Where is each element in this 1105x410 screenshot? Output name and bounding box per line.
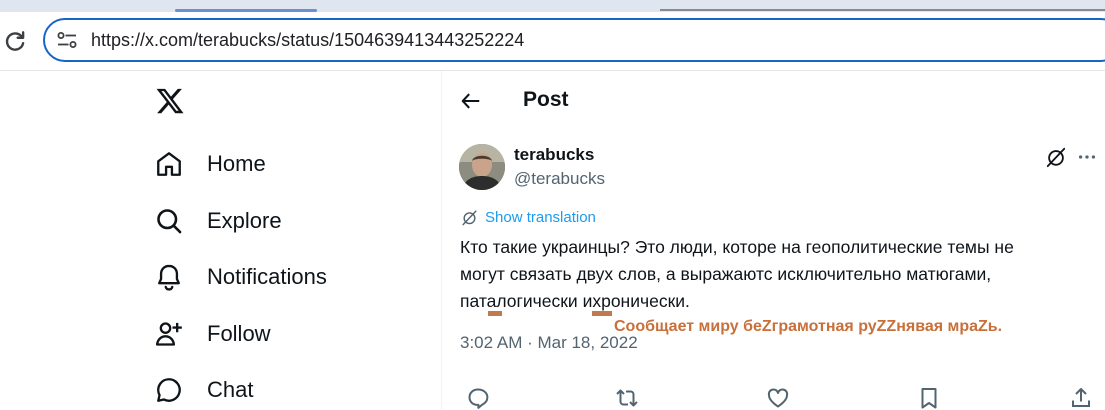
nav-label-explore: Explore [207,208,282,233]
nav-item-explore[interactable]: Explore [155,204,282,238]
annotation-underline-mark [488,311,502,316]
nav-label-chat: Chat [207,377,254,402]
show-translation-label: Show translation [485,209,596,226]
reload-icon[interactable] [2,28,28,54]
nav-item-home[interactable]: Home [155,147,266,181]
nav-label-notifications: Notifications [207,264,327,289]
chat-icon [157,378,181,402]
nav-label-follow: Follow [207,321,271,346]
address-bar[interactable]: https://x.com/terabucks/status/150463941… [43,18,1105,62]
back-arrow-icon[interactable] [460,90,482,112]
search-icon [157,209,182,234]
nav-item-notifications[interactable]: Notifications [155,260,327,294]
chrome-divider [0,70,1105,71]
tab-indicator[interactable] [660,9,1105,11]
translate-icon [462,210,477,226]
bookmark-icon[interactable] [917,386,941,410]
home-icon [157,152,181,176]
post-timestamp[interactable]: 3:02 AM · Mar 18, 2022 [460,333,638,353]
tweet-text-line: паталогически ихронически. [460,291,690,311]
nav-item-follow[interactable]: Follow [155,317,271,351]
tweet-text-line: Кто такие украинцы? Это люди, которе на … [460,237,1014,257]
grok-icon[interactable] [1045,146,1067,168]
avatar-image [459,144,505,190]
tweet-text-line: могут связать двух слов, а выражаютс иск… [460,264,992,284]
annotation-overlay-text: Сообщает миру беZграмотная руZZнявая мра… [614,318,1003,335]
annotation-underline-mark [592,311,612,316]
author-display-name[interactable]: terabucks [514,145,594,165]
repost-icon[interactable] [615,386,639,410]
follow-icon [155,322,182,346]
nav-label-home: Home [207,151,266,176]
share-icon[interactable] [1069,386,1093,410]
x-logo-icon[interactable] [155,86,185,116]
avatar[interactable] [459,144,505,190]
more-options-icon[interactable] [1076,146,1098,168]
show-translation-link[interactable]: Show translation [461,209,596,226]
reply-icon[interactable] [466,386,490,410]
site-info-icon[interactable] [57,31,77,49]
url-text[interactable]: https://x.com/terabucks/status/150463941… [91,30,524,51]
column-divider [441,71,442,410]
nav-item-chat[interactable]: Chat [155,373,253,407]
author-handle[interactable]: @terabucks [514,169,605,189]
tweet-text: Кто такие украинцы? Это люди, которе на … [460,234,1100,315]
bell-icon [158,264,180,291]
page-title: Post [523,88,569,111]
like-icon[interactable] [766,386,790,410]
active-tab-indicator[interactable] [175,9,317,12]
